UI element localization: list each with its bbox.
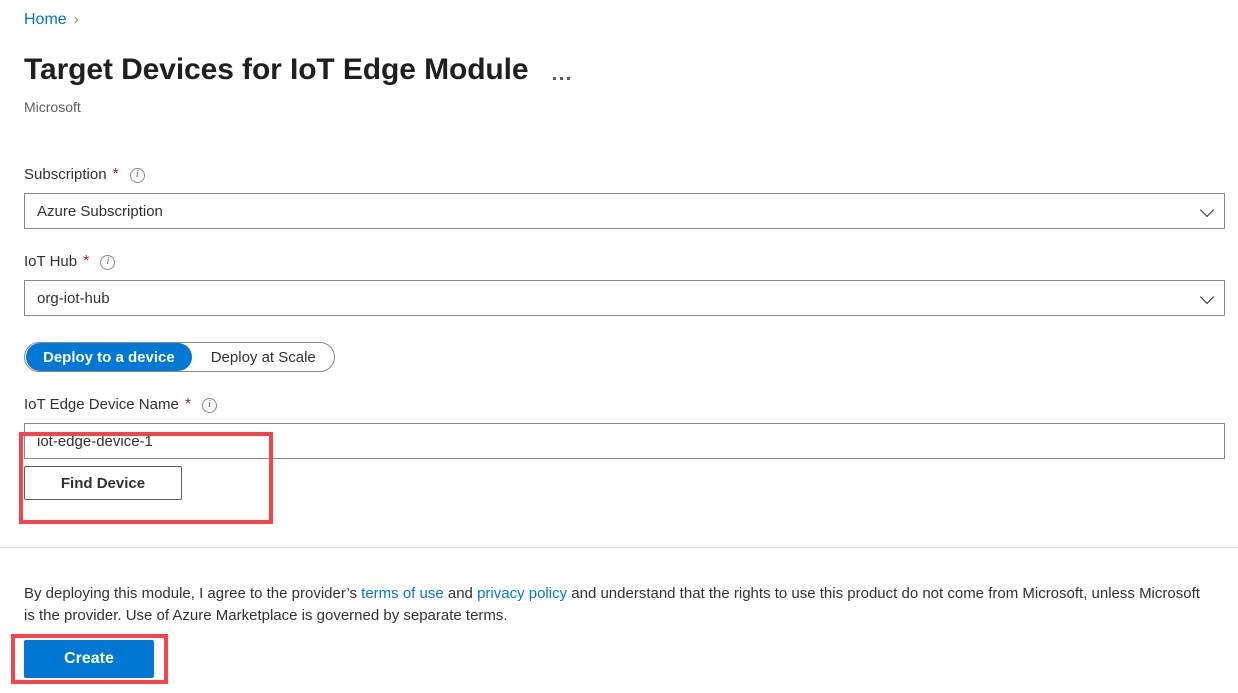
create-form: Subscription * i Azure Subscription IoT … bbox=[24, 164, 1225, 500]
subscription-selected-value: Azure Subscription bbox=[37, 202, 163, 220]
iot-hub-required-marker: * bbox=[83, 253, 90, 270]
legal-text-part-1: By deploying this module, I agree to the… bbox=[24, 585, 362, 602]
find-device-button[interactable]: Find Device bbox=[24, 466, 182, 500]
breadcrumb: Home › bbox=[24, 10, 79, 30]
subscription-select[interactable]: Azure Subscription bbox=[24, 193, 1225, 229]
iot-hub-select[interactable]: org-iot-hub bbox=[24, 280, 1225, 316]
iot-hub-label-row: IoT Hub * i bbox=[24, 251, 1225, 273]
chevron-down-icon bbox=[1199, 289, 1215, 305]
breadcrumb-home-link[interactable]: Home bbox=[24, 10, 67, 30]
terms-of-use-link[interactable]: terms of use bbox=[361, 585, 444, 602]
create-button[interactable]: Create bbox=[24, 640, 154, 678]
iot-hub-label: IoT Hub bbox=[24, 253, 78, 270]
more-options-icon[interactable] bbox=[550, 56, 573, 84]
device-name-input[interactable] bbox=[24, 423, 1225, 459]
publisher-name: Microsoft bbox=[24, 99, 81, 115]
info-icon[interactable]: i bbox=[129, 167, 145, 183]
subscription-required-marker: * bbox=[112, 166, 119, 183]
legal-text-part-2: and bbox=[443, 585, 478, 602]
tab-deploy-to-a-device[interactable]: Deploy to a device bbox=[26, 343, 192, 371]
info-icon[interactable]: i bbox=[202, 397, 218, 413]
privacy-policy-link[interactable]: privacy policy bbox=[477, 585, 567, 602]
page-title: Target Devices for IoT Edge Module bbox=[24, 53, 529, 86]
device-name-required-marker: * bbox=[184, 396, 192, 413]
deployment-mode-toggle[interactable]: Deploy to a device Deploy at Scale bbox=[24, 342, 335, 372]
title-row: Target Devices for IoT Edge Module bbox=[24, 50, 573, 90]
ellipsis-dot-1 bbox=[553, 77, 557, 80]
ellipsis-dot-2 bbox=[560, 77, 564, 80]
subscription-label: Subscription bbox=[24, 166, 107, 183]
footer-divider bbox=[0, 547, 1238, 548]
breadcrumb-chevron-icon: › bbox=[73, 11, 79, 28]
ellipsis-dot-3 bbox=[567, 77, 571, 80]
iot-hub-selected-value: org-iot-hub bbox=[37, 289, 110, 307]
chevron-down-icon bbox=[1199, 202, 1215, 218]
subscription-label-row: Subscription * i bbox=[24, 164, 1225, 186]
tab-deploy-at-scale[interactable]: Deploy at Scale bbox=[194, 343, 333, 371]
legal-text: By deploying this module, I agree to the… bbox=[24, 583, 1204, 627]
device-name-label: IoT Edge Device Name bbox=[24, 396, 179, 413]
info-icon[interactable]: i bbox=[100, 254, 116, 270]
device-name-label-row: IoT Edge Device Name * i bbox=[24, 394, 1225, 416]
